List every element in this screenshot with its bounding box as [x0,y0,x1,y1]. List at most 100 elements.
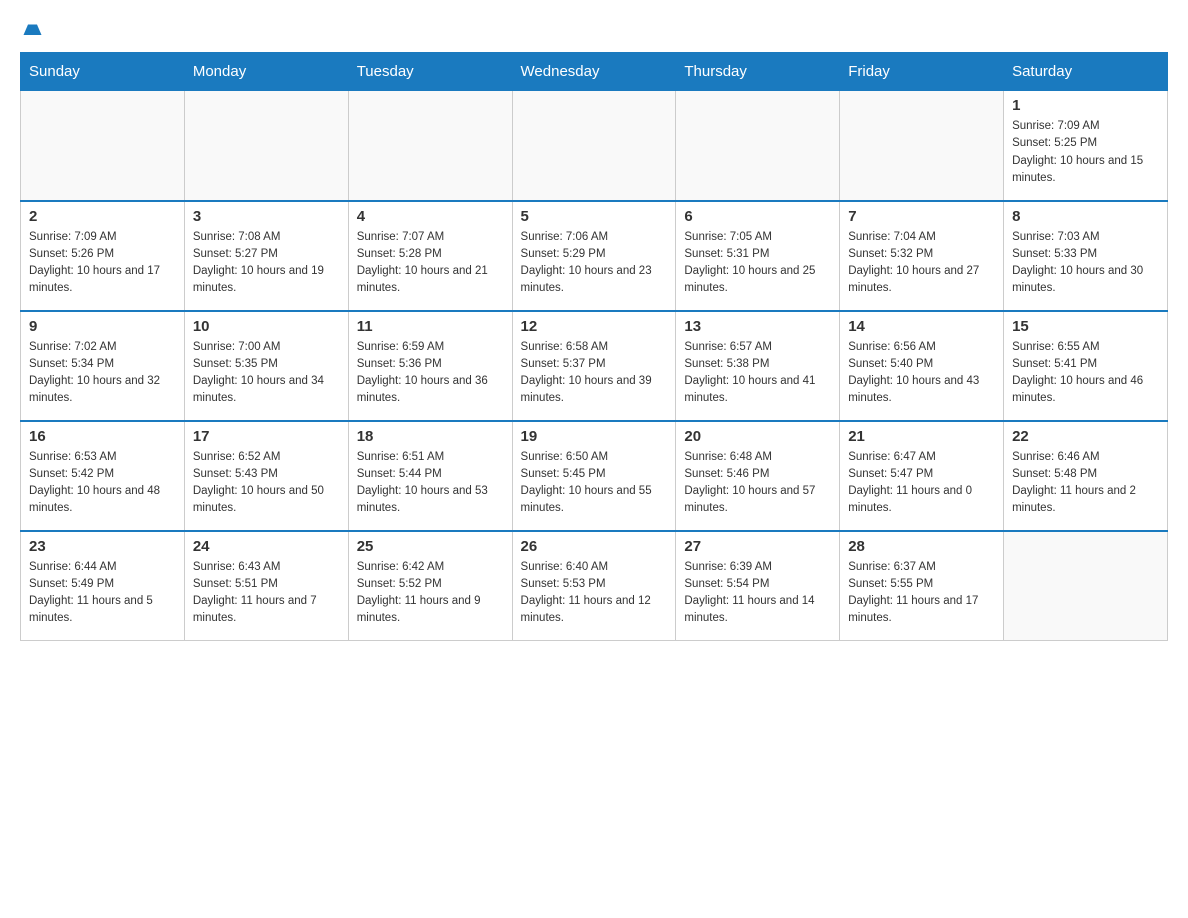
day-number: 13 [684,318,831,335]
day-number: 15 [1012,318,1159,335]
day-number: 3 [193,208,340,225]
day-info: Sunrise: 7:02 AMSunset: 5:34 PMDaylight:… [29,339,176,408]
weekday-header-sunday: Sunday [21,53,185,91]
day-info: Sunrise: 6:52 AMSunset: 5:43 PMDaylight:… [193,449,340,518]
calendar-cell [1004,531,1168,641]
day-number: 7 [848,208,995,225]
day-number: 2 [29,208,176,225]
day-number: 4 [357,208,504,225]
day-info: Sunrise: 6:40 AMSunset: 5:53 PMDaylight:… [521,559,668,628]
calendar-cell: 23 Sunrise: 6:44 AMSunset: 5:49 PMDayligh… [21,531,185,641]
calendar-week-row: 23 Sunrise: 6:44 AMSunset: 5:49 PMDayligh… [21,531,1168,641]
calendar-table: SundayMondayTuesdayWednesdayThursdayFrid… [20,52,1168,641]
day-info: Sunrise: 6:53 AMSunset: 5:42 PMDaylight:… [29,449,176,518]
weekday-header-wednesday: Wednesday [512,53,676,91]
day-number: 9 [29,318,176,335]
day-info: Sunrise: 6:58 AMSunset: 5:37 PMDaylight:… [521,339,668,408]
day-number: 1 [1012,97,1159,114]
calendar-cell: 21 Sunrise: 6:47 AMSunset: 5:47 PMDayligh… [840,421,1004,531]
day-info: Sunrise: 7:05 AMSunset: 5:31 PMDaylight:… [684,229,831,298]
day-info: Sunrise: 6:37 AMSunset: 5:55 PMDaylight:… [848,559,995,628]
calendar-cell: 5Sunrise: 7:06 AMSunset: 5:29 PMDaylight… [512,201,676,311]
day-number: 5 [521,208,668,225]
calendar-cell [512,91,676,201]
calendar-cell: 7 Sunrise: 7:04 AMSunset: 5:32 PMDaylight… [840,201,1004,311]
calendar-header-row: SundayMondayTuesdayWednesdayThursdayFrid… [21,53,1168,91]
calendar-cell: 18Sunrise: 6:51 AMSunset: 5:44 PMDayligh… [348,421,512,531]
day-info: Sunrise: 7:09 AMSunset: 5:25 PMDaylight:… [1012,118,1159,187]
logo-arrow-icon [22,20,44,42]
day-number: 16 [29,428,176,445]
day-info: Sunrise: 7:04 AMSunset: 5:32 PMDaylight:… [848,229,995,298]
day-number: 10 [193,318,340,335]
calendar-cell: 25 Sunrise: 6:42 AMSunset: 5:52 PMDayligh… [348,531,512,641]
day-number: 8 [1012,208,1159,225]
day-info: Sunrise: 6:44 AMSunset: 5:49 PMDaylight:… [29,559,176,628]
calendar-cell: 13 Sunrise: 6:57 AMSunset: 5:38 PMDayligh… [676,311,840,421]
day-info: Sunrise: 6:50 AMSunset: 5:45 PMDaylight:… [521,449,668,518]
day-info: Sunrise: 6:56 AMSunset: 5:40 PMDaylight:… [848,339,995,408]
calendar-cell: 28 Sunrise: 6:37 AMSunset: 5:55 PMDayligh… [840,531,1004,641]
calendar-cell [676,91,840,201]
calendar-cell: 14 Sunrise: 6:56 AMSunset: 5:40 PMDayligh… [840,311,1004,421]
day-number: 20 [684,428,831,445]
day-number: 27 [684,538,831,555]
calendar-cell: 11 Sunrise: 6:59 AMSunset: 5:36 PMDayligh… [348,311,512,421]
day-info: Sunrise: 7:08 AMSunset: 5:27 PMDaylight:… [193,229,340,298]
day-number: 22 [1012,428,1159,445]
day-info: Sunrise: 7:03 AMSunset: 5:33 PMDaylight:… [1012,229,1159,298]
day-info: Sunrise: 6:43 AMSunset: 5:51 PMDaylight:… [193,559,340,628]
day-info: Sunrise: 7:00 AMSunset: 5:35 PMDaylight:… [193,339,340,408]
calendar-week-row: 1 Sunrise: 7:09 AMSunset: 5:25 PMDaylight… [21,91,1168,201]
day-number: 28 [848,538,995,555]
day-number: 6 [684,208,831,225]
day-number: 11 [357,318,504,335]
day-number: 17 [193,428,340,445]
page-header [20,20,1168,42]
calendar-week-row: 9 Sunrise: 7:02 AMSunset: 5:34 PMDaylight… [21,311,1168,421]
weekday-header-saturday: Saturday [1004,53,1168,91]
calendar-cell: 10 Sunrise: 7:00 AMSunset: 5:35 PMDayligh… [184,311,348,421]
day-number: 26 [521,538,668,555]
weekday-header-tuesday: Tuesday [348,53,512,91]
calendar-cell: 26 Sunrise: 6:40 AMSunset: 5:53 PMDayligh… [512,531,676,641]
calendar-cell [184,91,348,201]
calendar-cell: 19Sunrise: 6:50 AMSunset: 5:45 PMDayligh… [512,421,676,531]
day-number: 18 [357,428,504,445]
logo [20,20,44,42]
day-info: Sunrise: 6:48 AMSunset: 5:46 PMDaylight:… [684,449,831,518]
day-info: Sunrise: 7:07 AMSunset: 5:28 PMDaylight:… [357,229,504,298]
calendar-cell: 3 Sunrise: 7:08 AMSunset: 5:27 PMDaylight… [184,201,348,311]
day-number: 23 [29,538,176,555]
day-info: Sunrise: 6:47 AMSunset: 5:47 PMDaylight:… [848,449,995,518]
calendar-cell [840,91,1004,201]
calendar-cell: 17 Sunrise: 6:52 AMSunset: 5:43 PMDayligh… [184,421,348,531]
calendar-week-row: 16 Sunrise: 6:53 AMSunset: 5:42 PMDayligh… [21,421,1168,531]
day-number: 14 [848,318,995,335]
calendar-cell: 1 Sunrise: 7:09 AMSunset: 5:25 PMDaylight… [1004,91,1168,201]
calendar-cell: 8 Sunrise: 7:03 AMSunset: 5:33 PMDaylight… [1004,201,1168,311]
calendar-cell [348,91,512,201]
calendar-cell: 16 Sunrise: 6:53 AMSunset: 5:42 PMDayligh… [21,421,185,531]
weekday-header-monday: Monday [184,53,348,91]
weekday-header-thursday: Thursday [676,53,840,91]
day-info: Sunrise: 7:09 AMSunset: 5:26 PMDaylight:… [29,229,176,298]
calendar-cell [21,91,185,201]
day-number: 25 [357,538,504,555]
day-number: 21 [848,428,995,445]
day-info: Sunrise: 6:46 AMSunset: 5:48 PMDaylight:… [1012,449,1159,518]
calendar-cell: 4 Sunrise: 7:07 AMSunset: 5:28 PMDaylight… [348,201,512,311]
day-info: Sunrise: 6:42 AMSunset: 5:52 PMDaylight:… [357,559,504,628]
calendar-cell: 27Sunrise: 6:39 AMSunset: 5:54 PMDayligh… [676,531,840,641]
weekday-header-friday: Friday [840,53,1004,91]
calendar-cell: 6 Sunrise: 7:05 AMSunset: 5:31 PMDaylight… [676,201,840,311]
day-info: Sunrise: 6:55 AMSunset: 5:41 PMDaylight:… [1012,339,1159,408]
day-number: 12 [521,318,668,335]
calendar-week-row: 2 Sunrise: 7:09 AMSunset: 5:26 PMDaylight… [21,201,1168,311]
day-info: Sunrise: 6:59 AMSunset: 5:36 PMDaylight:… [357,339,504,408]
calendar-cell: 9 Sunrise: 7:02 AMSunset: 5:34 PMDaylight… [21,311,185,421]
day-info: Sunrise: 6:57 AMSunset: 5:38 PMDaylight:… [684,339,831,408]
calendar-cell: 15 Sunrise: 6:55 AMSunset: 5:41 PMDayligh… [1004,311,1168,421]
day-number: 24 [193,538,340,555]
calendar-cell: 22 Sunrise: 6:46 AMSunset: 5:48 PMDayligh… [1004,421,1168,531]
